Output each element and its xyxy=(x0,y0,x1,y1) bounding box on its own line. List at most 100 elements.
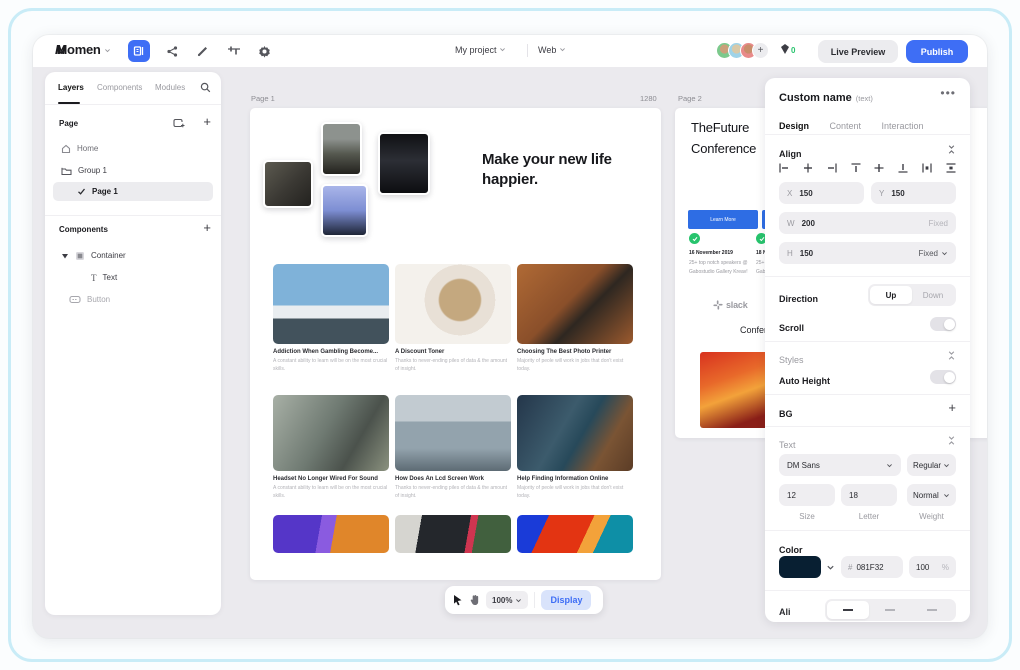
align-tool-button[interactable] xyxy=(223,40,245,62)
align-center-vertical-icon[interactable] xyxy=(874,163,884,173)
align-right-icon[interactable] xyxy=(827,163,837,173)
chevron-down-icon xyxy=(886,462,893,469)
page2-label[interactable]: Page 2 xyxy=(678,94,702,103)
font-weight-select[interactable]: Normal xyxy=(907,484,956,506)
app-logo[interactable]: MMomen xyxy=(55,42,111,57)
portrait-photo[interactable] xyxy=(263,160,313,208)
card-image-laptop-charts xyxy=(517,395,633,471)
layout-icon xyxy=(133,45,145,57)
learn-more-button[interactable]: Learn More xyxy=(688,210,758,229)
align-center-horizontal-icon[interactable] xyxy=(803,163,813,173)
tab-design[interactable]: Design xyxy=(779,121,809,131)
scroll-toggle[interactable] xyxy=(930,317,956,331)
align-bottom-icon[interactable] xyxy=(898,163,908,173)
slack-icon xyxy=(713,300,723,310)
sidebar-item-button[interactable]: Button xyxy=(53,290,213,309)
chevron-down-icon[interactable] xyxy=(826,563,835,572)
page2-feature-image[interactable] xyxy=(700,352,772,428)
article-card[interactable]: How Does An Lcd Screen Work Thanks to ne… xyxy=(395,395,511,500)
add-page-button[interactable]: + xyxy=(203,114,211,129)
settings-button[interactable] xyxy=(253,40,275,62)
article-card[interactable]: A Discount Toner Thanks to never-ending … xyxy=(395,264,511,373)
gem-icon xyxy=(779,43,791,55)
display-button[interactable]: Display xyxy=(541,590,591,610)
direction-segmented-control[interactable]: Up Down xyxy=(868,284,956,306)
font-size-input[interactable]: 12 xyxy=(779,484,835,506)
portrait-photo[interactable] xyxy=(321,184,368,237)
sidebar-divider xyxy=(45,215,221,216)
direction-down-option[interactable]: Down xyxy=(912,291,954,300)
article-card[interactable] xyxy=(395,515,511,553)
article-card[interactable]: Addiction When Gambling Become... A cons… xyxy=(273,264,389,373)
platform-menu[interactable]: Web xyxy=(538,45,566,55)
search-icon[interactable] xyxy=(200,82,211,93)
project-menu[interactable]: My project xyxy=(455,45,506,55)
expand-triangle-icon[interactable] xyxy=(61,252,69,260)
collapse-icon[interactable] xyxy=(947,145,956,154)
sidebar-item-text[interactable]: T Text xyxy=(53,268,213,287)
nodes-tool-button[interactable] xyxy=(161,40,183,62)
hero-title[interactable]: Make your new life happier. xyxy=(482,150,642,191)
portrait-photo[interactable] xyxy=(378,132,430,195)
add-folder-icon[interactable] xyxy=(173,117,185,129)
add-bg-button[interactable]: + xyxy=(948,400,956,415)
clipped-segmented-control[interactable] xyxy=(825,599,956,621)
add-collaborator-button[interactable]: + xyxy=(752,42,769,59)
sidebar-item-group1[interactable]: Group 1 xyxy=(53,161,213,180)
artboard-page1[interactable]: Make your new life happier. Addiction Wh… xyxy=(250,108,661,580)
portrait-photo[interactable] xyxy=(321,122,362,176)
segment-option[interactable] xyxy=(827,601,869,619)
more-options-icon[interactable]: ••• xyxy=(940,86,956,100)
sidebar-item-page1[interactable]: Page 1 xyxy=(53,182,213,201)
tab-layers[interactable]: Layers xyxy=(58,83,84,92)
zoom-control[interactable]: 100% xyxy=(486,591,528,609)
color-swatch[interactable] xyxy=(779,556,821,578)
article-card[interactable]: Choosing The Best Photo Printer Majority… xyxy=(517,264,633,373)
hand-icon[interactable] xyxy=(469,594,480,606)
font-style-select[interactable]: Regular xyxy=(907,454,956,476)
distribute-vertical-icon[interactable] xyxy=(946,163,956,173)
pen-tool-button[interactable] xyxy=(191,40,213,62)
credits-indicator[interactable]: 0 xyxy=(779,43,795,55)
font-family-select[interactable]: DM Sans xyxy=(779,454,901,476)
article-card[interactable]: Help Finding Information Online Majority… xyxy=(517,395,633,500)
segment-option[interactable] xyxy=(911,609,953,611)
article-card[interactable] xyxy=(517,515,633,553)
y-input[interactable]: Y150 xyxy=(871,182,956,204)
topbar-divider xyxy=(527,44,528,57)
tab-modules[interactable]: Modules xyxy=(155,83,185,92)
tab-components[interactable]: Components xyxy=(97,83,142,92)
distribute-horizontal-icon[interactable] xyxy=(922,163,932,173)
card-image-headphones xyxy=(395,264,511,344)
direction-up-option[interactable]: Up xyxy=(870,286,912,304)
canvas-toolbar: 100% Display xyxy=(445,586,603,614)
page1-label[interactable]: Page 1 xyxy=(251,94,275,103)
layout-tool-button[interactable] xyxy=(128,40,150,62)
event-date: 16 November 2019 xyxy=(689,250,733,256)
height-mode-select[interactable]: Fixed xyxy=(918,249,948,258)
sidebar-item-home[interactable]: Home xyxy=(53,139,213,158)
live-preview-button[interactable]: Live Preview xyxy=(818,40,898,63)
auto-height-toggle[interactable] xyxy=(930,370,956,384)
collapse-icon[interactable] xyxy=(947,436,956,445)
sidebar-item-container[interactable]: Container xyxy=(53,246,213,265)
article-card[interactable] xyxy=(273,515,389,553)
color-hex-input[interactable]: #081F32 xyxy=(841,556,903,578)
tab-interaction[interactable]: Interaction xyxy=(881,121,923,131)
tab-content[interactable]: Content xyxy=(829,121,861,131)
align-top-icon[interactable] xyxy=(851,163,861,173)
collapse-icon[interactable] xyxy=(947,351,956,360)
page2-hero-title[interactable]: TheFuture Conference xyxy=(691,118,773,160)
cursor-icon[interactable] xyxy=(452,594,463,606)
add-component-button[interactable]: + xyxy=(203,220,211,235)
publish-button[interactable]: Publish xyxy=(906,40,968,63)
align-left-icon[interactable] xyxy=(779,163,789,173)
x-input[interactable]: X150 xyxy=(779,182,864,204)
check-badge-icon xyxy=(689,233,700,244)
letter-spacing-input[interactable]: 18 xyxy=(841,484,897,506)
color-opacity-input[interactable]: 100 % xyxy=(909,556,956,578)
height-input[interactable]: H150 Fixed xyxy=(779,242,956,264)
article-card[interactable]: Headset No Longer Wired For Sound A cons… xyxy=(273,395,389,500)
segment-option[interactable] xyxy=(869,609,911,611)
width-input[interactable]: W200 Fixed xyxy=(779,212,956,234)
